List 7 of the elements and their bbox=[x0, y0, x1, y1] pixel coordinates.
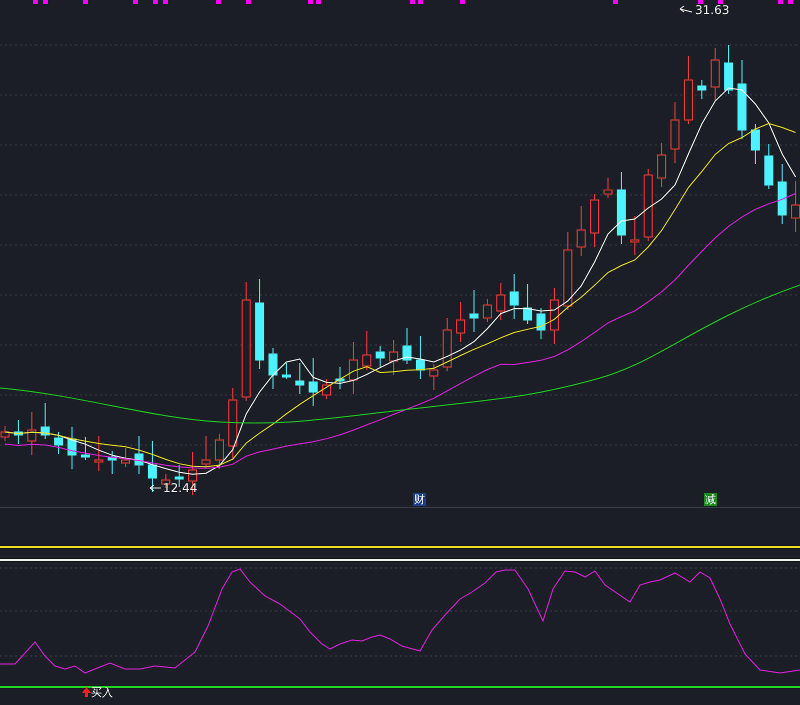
event-tag: 减 bbox=[704, 493, 717, 506]
high-price-label: 31.63 bbox=[695, 3, 730, 17]
leader-arrow-icon bbox=[680, 6, 692, 12]
leader-arrow-icon bbox=[150, 484, 162, 492]
buy-signal-label: 买入 bbox=[91, 687, 113, 699]
event-tag: 财 bbox=[413, 493, 426, 506]
up-arrow-icon bbox=[82, 687, 91, 697]
